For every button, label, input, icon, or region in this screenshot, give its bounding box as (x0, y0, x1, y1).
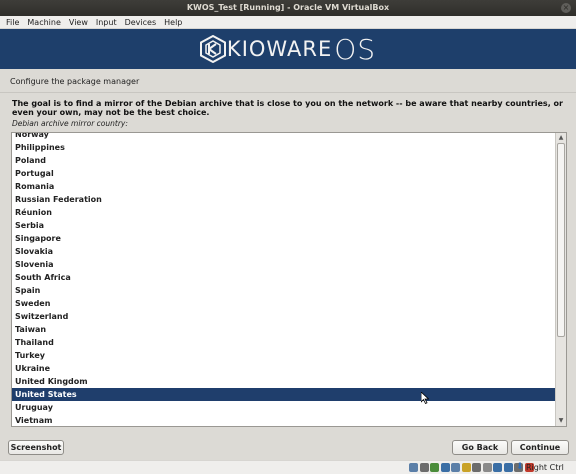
continue-button[interactable]: Continue (511, 440, 569, 455)
list-item[interactable]: Romania (12, 180, 555, 193)
window-title: KWOS_Test [Running] - Oracle VM VirtualB… (186, 3, 390, 12)
logo-os-text: OS (334, 32, 377, 66)
list-item[interactable]: Turkey (12, 349, 555, 362)
list-item[interactable]: Switzerland (12, 310, 555, 323)
list-item[interactable]: Vietnam (12, 414, 555, 426)
list-item[interactable]: Serbia (12, 219, 555, 232)
divider (0, 92, 576, 93)
list-item[interactable]: Ukraine (12, 362, 555, 375)
mouse-pointer-icon (421, 392, 429, 404)
list-item[interactable]: Slovakia (12, 245, 555, 258)
list-item[interactable]: Thailand (12, 336, 555, 349)
list-item[interactable]: Uruguay (12, 401, 555, 414)
usb-icon[interactable] (451, 463, 460, 472)
list-item[interactable]: Russian Federation (12, 193, 555, 206)
list-item-selected[interactable]: United States (12, 388, 555, 401)
go-back-button[interactable]: Go Back (452, 440, 508, 455)
audio-icon[interactable] (430, 463, 439, 472)
list-item[interactable]: South Africa (12, 271, 555, 284)
menu-input[interactable]: Input (92, 18, 121, 27)
vm-display[interactable]: KIOWARE OS Configure the package manager… (0, 29, 576, 460)
list-item[interactable]: Slovenia (12, 258, 555, 271)
list-item[interactable]: Réunion (12, 206, 555, 219)
list-item[interactable]: Singapore (12, 232, 555, 245)
kioware-banner: KIOWARE OS (0, 29, 576, 69)
capture-icon[interactable] (482, 463, 492, 472)
hard-disk-icon[interactable] (409, 463, 418, 472)
list-item[interactable]: Portugal (12, 167, 555, 180)
shared-folder-icon[interactable] (461, 463, 471, 472)
menu-machine[interactable]: Machine (23, 18, 65, 27)
optical-drive-icon[interactable] (419, 463, 429, 472)
screenshot-button[interactable]: Screenshot (8, 440, 64, 455)
list-scrollbar[interactable]: ▲ ▼ (555, 133, 566, 426)
mirror-country-list[interactable]: Norway Philippines Poland Portugal Romania Ru… (11, 132, 567, 427)
list-item[interactable]: Philippines (12, 141, 555, 154)
kioware-logo-icon (199, 35, 226, 63)
scroll-up-arrow-icon[interactable]: ▲ (557, 134, 565, 142)
host-key-label: Right Ctrl (526, 463, 564, 472)
menubar: File Machine View Input Devices Help (0, 16, 576, 29)
vm-statusbar: ⬇ Right Ctrl (0, 460, 576, 474)
host-key-arrow-icon: ⬇ (516, 462, 524, 472)
country-list-items: Norway Philippines Poland Portugal Romania Ru… (12, 133, 555, 426)
menu-file[interactable]: File (2, 18, 23, 27)
kioware-os-logo: KIOWARE OS (199, 32, 377, 66)
list-item[interactable]: United Kingdom (12, 375, 555, 388)
list-item[interactable]: Taiwan (12, 323, 555, 336)
close-window-button[interactable]: × (561, 3, 571, 13)
menu-view[interactable]: View (65, 18, 92, 27)
list-item[interactable]: Sweden (12, 297, 555, 310)
display-icon[interactable] (472, 463, 481, 472)
step-title: Configure the package manager (10, 77, 140, 86)
menu-help[interactable]: Help (160, 18, 186, 27)
scrollbar-thumb[interactable] (557, 143, 565, 337)
mirror-country-label: Debian archive mirror country: (12, 119, 128, 128)
window-titlebar[interactable]: KWOS_Test [Running] - Oracle VM VirtualB… (0, 0, 576, 16)
network-icon[interactable] (440, 463, 450, 472)
logo-text: KIOWARE (226, 37, 333, 61)
menu-devices[interactable]: Devices (121, 18, 161, 27)
mouse-integration-icon[interactable] (493, 463, 502, 472)
scroll-down-arrow-icon[interactable]: ▼ (557, 417, 565, 425)
keyboard-icon[interactable] (503, 463, 513, 472)
list-item[interactable]: Poland (12, 154, 555, 167)
list-item[interactable]: Norway (12, 133, 555, 141)
list-item[interactable]: Spain (12, 284, 555, 297)
step-description: The goal is to find a mirror of the Debi… (12, 99, 563, 117)
